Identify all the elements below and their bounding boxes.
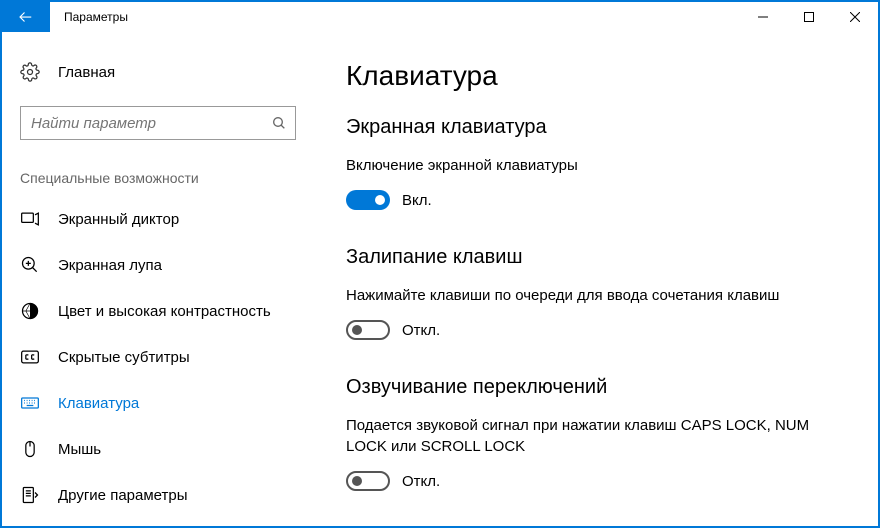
search-icon (271, 115, 287, 131)
close-button[interactable] (832, 2, 878, 32)
body: Главная Специальные возможности Экранный… (2, 32, 878, 526)
sidebar-item-label: Скрытые субтитры (58, 349, 190, 366)
toggle-row: Вкл. (346, 190, 838, 210)
minimize-icon (758, 12, 768, 22)
section-desc: Нажимайте клавиши по очереди для ввода с… (346, 285, 838, 306)
sidebar-item-label: Другие параметры (58, 487, 188, 504)
sidebar-item-label: Клавиатура (58, 395, 139, 412)
section-desc: Подается звуковой сигнал при нажатии кла… (346, 415, 838, 457)
toggle-row: Откл. (346, 320, 838, 340)
section-toggle-keys: Озвучивание переключений Подается звуков… (346, 376, 838, 491)
home-item[interactable]: Главная (2, 52, 314, 92)
sidebar-item-color-contrast[interactable]: Цвет и высокая контрастность (2, 288, 314, 334)
maximize-button[interactable] (786, 2, 832, 32)
other-options-icon (20, 485, 40, 505)
sidebar-item-keyboard[interactable]: Клавиатура (2, 380, 314, 426)
sidebar-item-mouse[interactable]: Мышь (2, 426, 314, 472)
sidebar-item-narrator[interactable]: Экранный диктор (2, 196, 314, 242)
toggle-knob (375, 195, 385, 205)
onscreen-keyboard-toggle[interactable] (346, 190, 390, 210)
sidebar-item-label: Экранный диктор (58, 211, 179, 228)
sidebar-item-label: Мышь (58, 441, 101, 458)
toggle-knob (352, 476, 362, 486)
sidebar-item-closed-captions[interactable]: Скрытые субтитры (2, 334, 314, 380)
sidebar-item-label: Экранная лупа (58, 257, 162, 274)
search-box[interactable] (20, 106, 296, 140)
narrator-icon (20, 209, 40, 229)
sidebar-item-other-options[interactable]: Другие параметры (2, 472, 314, 518)
color-contrast-icon (20, 301, 40, 321)
group-header: Специальные возможности (2, 140, 314, 196)
toggle-knob (352, 325, 362, 335)
section-desc: Включение экранной клавиатуры (346, 155, 838, 176)
section-title: Озвучивание переключений (346, 376, 838, 399)
sidebar: Главная Специальные возможности Экранный… (2, 32, 314, 526)
close-icon (850, 12, 860, 22)
toggle-keys-toggle[interactable] (346, 471, 390, 491)
main-content: Клавиатура Экранная клавиатура Включение… (314, 32, 878, 526)
keyboard-icon (20, 393, 40, 413)
toggle-row: Откл. (346, 471, 838, 491)
minimize-button[interactable] (740, 2, 786, 32)
title-bar: Параметры (2, 2, 878, 32)
window-controls (740, 2, 878, 32)
search-input[interactable] (31, 115, 271, 132)
section-title: Залипание клавиш (346, 246, 838, 269)
maximize-icon (804, 12, 814, 22)
section-onscreen-keyboard: Экранная клавиатура Включение экранной к… (346, 116, 838, 210)
back-arrow-icon (17, 8, 35, 26)
sticky-keys-toggle[interactable] (346, 320, 390, 340)
settings-window: Параметры Главная (2, 2, 878, 526)
page-title: Клавиатура (346, 60, 838, 92)
mouse-icon (20, 439, 40, 459)
toggle-state-label: Откл. (402, 322, 440, 339)
home-label: Главная (58, 64, 115, 81)
back-button[interactable] (2, 2, 50, 32)
sidebar-item-label: Цвет и высокая контрастность (58, 303, 271, 320)
sidebar-item-magnifier[interactable]: Экранная лупа (2, 242, 314, 288)
section-sticky-keys: Залипание клавиш Нажимайте клавиши по оч… (346, 246, 838, 340)
magnifier-icon (20, 255, 40, 275)
toggle-state-label: Откл. (402, 473, 440, 490)
nav-list: Экранный диктор Экранная лупа Цвет и выс… (2, 196, 314, 518)
section-title: Экранная клавиатура (346, 116, 838, 139)
toggle-state-label: Вкл. (402, 192, 432, 209)
window-title: Параметры (50, 10, 740, 24)
gear-icon (20, 62, 40, 82)
closed-captions-icon (20, 347, 40, 367)
